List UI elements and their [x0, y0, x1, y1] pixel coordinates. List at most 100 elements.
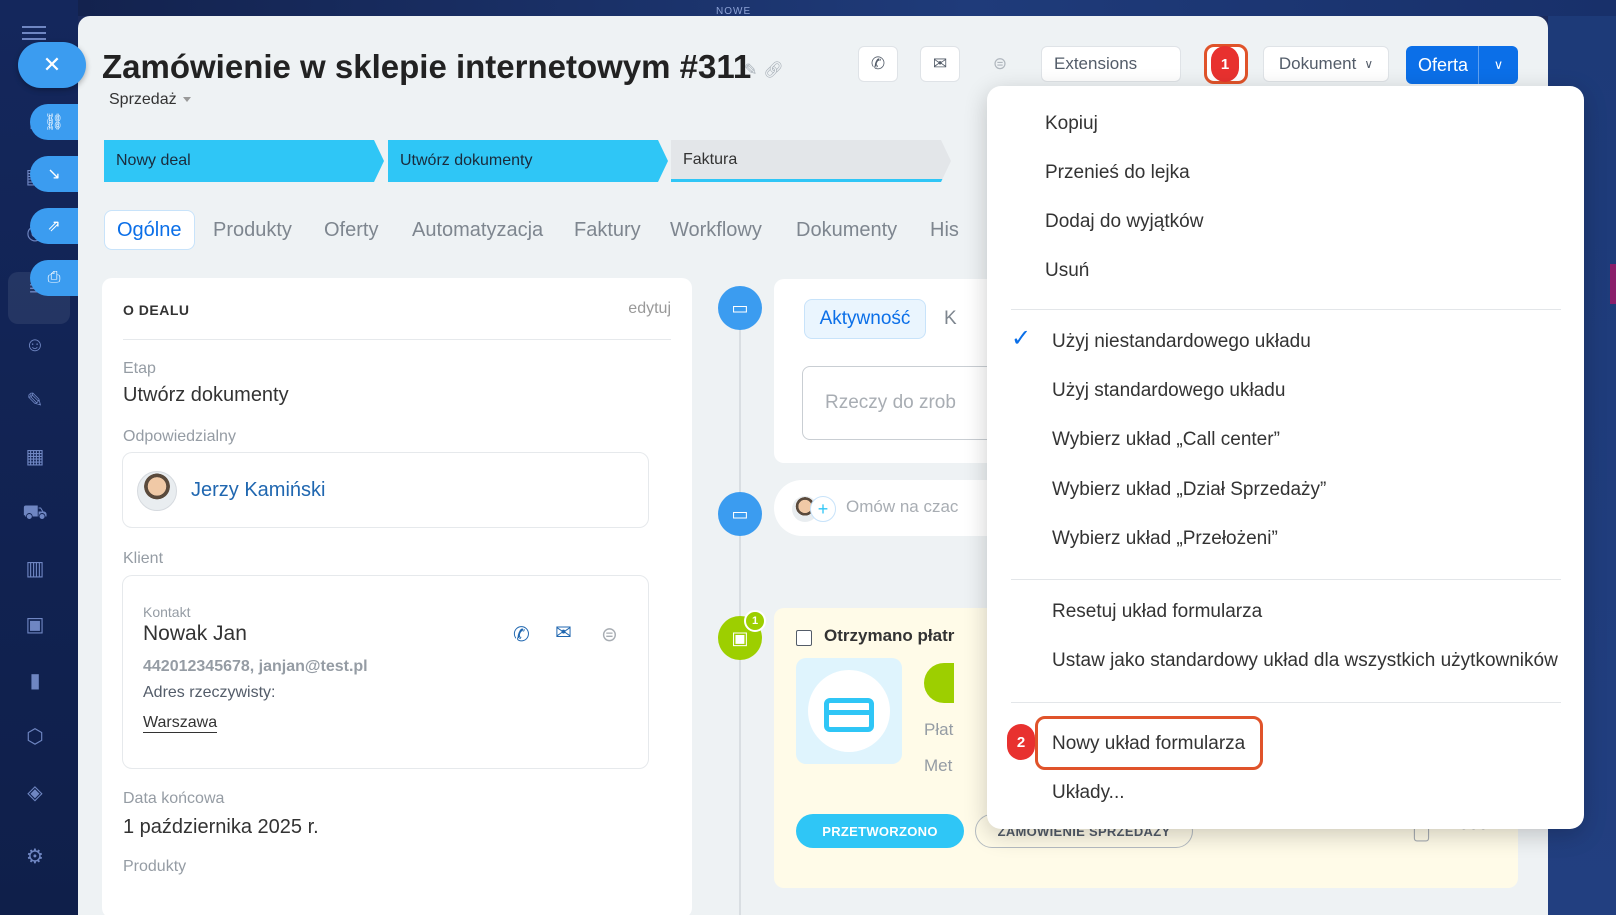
sidebar-calendar-icon[interactable]: ▣	[20, 610, 50, 640]
page-title: Zamówienie w sklepie internetowym #311	[102, 48, 752, 85]
contact-label: Kontakt	[143, 604, 191, 620]
tab-next[interactable]: K	[944, 308, 957, 330]
sidebar-store-icon[interactable]: ▥	[20, 554, 50, 584]
print-icon: ⎙	[47, 269, 61, 286]
sidebar-hex-icon[interactable]: ⬡	[20, 722, 50, 752]
stage-create-documents[interactable]: Utwórz dokumenty	[388, 140, 668, 182]
minimize-button[interactable]: ↘	[30, 156, 78, 192]
print-button[interactable]: ⎙	[30, 260, 78, 296]
tab-general[interactable]: Ogólne	[104, 210, 195, 250]
comment-placeholder: Omów na czac	[846, 497, 959, 516]
menu-layouts[interactable]: Układy...	[1052, 782, 1125, 804]
external-link-icon: ⇗	[47, 218, 61, 235]
mail-icon[interactable]: ✉	[555, 620, 572, 645]
copy-link-button[interactable]: ⛓	[30, 104, 78, 140]
settings-menu: Kopiuj Przenieś do lejka Dodaj do wyjątk…	[987, 86, 1584, 829]
comment-icon: ▭	[731, 503, 749, 524]
sidebar-settings-icon[interactable]: ⚙	[20, 842, 50, 872]
stage-field-value: Utwórz dokumenty	[123, 384, 289, 406]
category-selector[interactable]: Sprzedaż	[109, 91, 191, 109]
tab-workflows[interactable]: Workflowy	[670, 210, 762, 250]
end-date-value: 1 października 2025 r.	[123, 816, 319, 838]
offer-label: Oferta	[1418, 54, 1469, 75]
payment-line-1: Płat	[924, 720, 954, 739]
contact-name[interactable]: Nowak Jan	[143, 622, 247, 646]
tab-products[interactable]: Produkty	[213, 210, 292, 250]
close-icon: ✕	[42, 52, 62, 77]
menu-layout-sales[interactable]: Wybierz układ „Dział Sprzedaży”	[1052, 479, 1326, 501]
category-label: Sprzedaż	[109, 91, 177, 108]
add-participant-icon[interactable]: +	[810, 496, 836, 522]
tab-automation[interactable]: Automatyzacja	[412, 210, 543, 250]
payment-add-icon[interactable]	[924, 663, 954, 703]
phone-icon: ✆	[870, 54, 886, 73]
sidebar-box-icon[interactable]: ◈	[20, 778, 50, 808]
minimize-icon: ↘	[47, 166, 61, 183]
menu-move-to-funnel[interactable]: Przenieś do lejka	[1045, 162, 1190, 184]
address-label: Adres rzeczywisty:	[143, 684, 276, 701]
payment-title: Otrzymano płatr	[824, 626, 955, 645]
address-city[interactable]: Warszawa	[143, 714, 218, 733]
extensions-button[interactable]: Extensions	[1041, 46, 1181, 82]
responsible-name[interactable]: Jerzy Kamiński	[191, 479, 325, 502]
menu-delete[interactable]: Usuń	[1045, 260, 1089, 282]
sidebar-cart-icon[interactable]: ⛟	[20, 498, 50, 528]
chat-button[interactable]: ⊜	[980, 46, 1020, 82]
close-button[interactable]: ✕	[18, 42, 86, 88]
contact-details: 442012345678, janjan@test.pl	[143, 658, 368, 675]
credit-card-icon	[824, 698, 874, 732]
tab-offers[interactable]: Oferty	[324, 210, 378, 250]
activity-count-badge: 1	[744, 610, 766, 632]
chevron-down-icon[interactable]: ∨	[1479, 57, 1518, 73]
menu-icon[interactable]	[22, 26, 46, 40]
chevron-down-icon: ∨	[1364, 57, 1374, 71]
sidebar-docs-icon[interactable]: ▦	[20, 442, 50, 472]
processed-button[interactable]: PRZETWORZONO	[796, 814, 964, 848]
menu-copy[interactable]: Kopiuj	[1045, 113, 1098, 135]
sidebar-edit-icon[interactable]: ✎	[20, 386, 50, 416]
stage-field-label: Etap	[123, 360, 156, 377]
client-label: Klient	[123, 550, 164, 567]
menu-set-default-layout[interactable]: Ustaw jako standardowy układ dla wszystk…	[1052, 650, 1558, 672]
payment-checkbox[interactable]	[796, 630, 812, 646]
link-icon[interactable]: 🔗︎	[763, 62, 789, 79]
sidebar-robot-icon[interactable]: ☺	[20, 330, 50, 360]
document-label: Dokument	[1278, 54, 1357, 73]
check-icon: ✓	[1011, 325, 1032, 352]
menu-standard-layout[interactable]: Użyj standardowego układu	[1052, 380, 1285, 402]
tab-invoices[interactable]: Faktury	[574, 210, 641, 250]
document-button[interactable]: Dokument ∨	[1263, 46, 1389, 82]
menu-layout-managers[interactable]: Wybierz układ „Przełożeni”	[1052, 528, 1278, 550]
tab-activity[interactable]: Aktywność	[804, 299, 926, 339]
caret-down-icon	[182, 97, 191, 103]
chat-icon: ⊜	[992, 54, 1008, 73]
responsible-card: Jerzy Kamiński	[122, 452, 649, 528]
step-badge-2: 2	[1007, 724, 1035, 760]
payment-icon-box	[796, 658, 902, 764]
stage-new-deal[interactable]: Nowy deal	[104, 140, 384, 182]
chat-icon[interactable]: ⊜	[601, 622, 618, 647]
stage-label: Utwórz dokumenty	[400, 152, 533, 169]
pencil-icon[interactable]: ✎	[744, 62, 763, 79]
menu-reset-layout[interactable]: Resetuj układ formularza	[1052, 601, 1262, 623]
menu-layout-call-center[interactable]: Wybierz układ „Call center”	[1052, 429, 1280, 451]
menu-new-layout[interactable]: Nowy układ formularza	[1052, 733, 1245, 755]
deal-info-card: O DEALU edytuj Etap Utwórz dokumenty Odp…	[102, 278, 692, 915]
comment-dot: ▭	[718, 492, 762, 536]
phone-icon[interactable]: ✆	[513, 622, 530, 647]
sidebar-analytics-icon[interactable]: ▮	[20, 666, 50, 696]
activity-dot: ▭	[718, 286, 762, 330]
client-card: Kontakt Nowak Jan ✆ ✉ ⊜ 442012345678, ja…	[122, 575, 649, 769]
offer-button[interactable]: Oferta ∨	[1406, 46, 1518, 84]
email-button[interactable]: ✉	[920, 46, 960, 82]
open-new-window-button[interactable]: ⇗	[30, 208, 78, 244]
tab-history[interactable]: His	[930, 210, 959, 250]
edit-link[interactable]: edytuj	[628, 300, 671, 318]
stage-invoice[interactable]: Faktura	[671, 140, 951, 182]
menu-custom-layout[interactable]: Użyj niestandardowego układu	[1052, 331, 1311, 353]
menu-add-exception[interactable]: Dodaj do wyjątków	[1045, 211, 1203, 233]
tab-documents[interactable]: Dokumenty	[796, 210, 897, 250]
call-button[interactable]: ✆	[858, 46, 898, 82]
mail-icon: ✉	[932, 54, 948, 73]
extensions-label: Extensions	[1054, 54, 1138, 73]
